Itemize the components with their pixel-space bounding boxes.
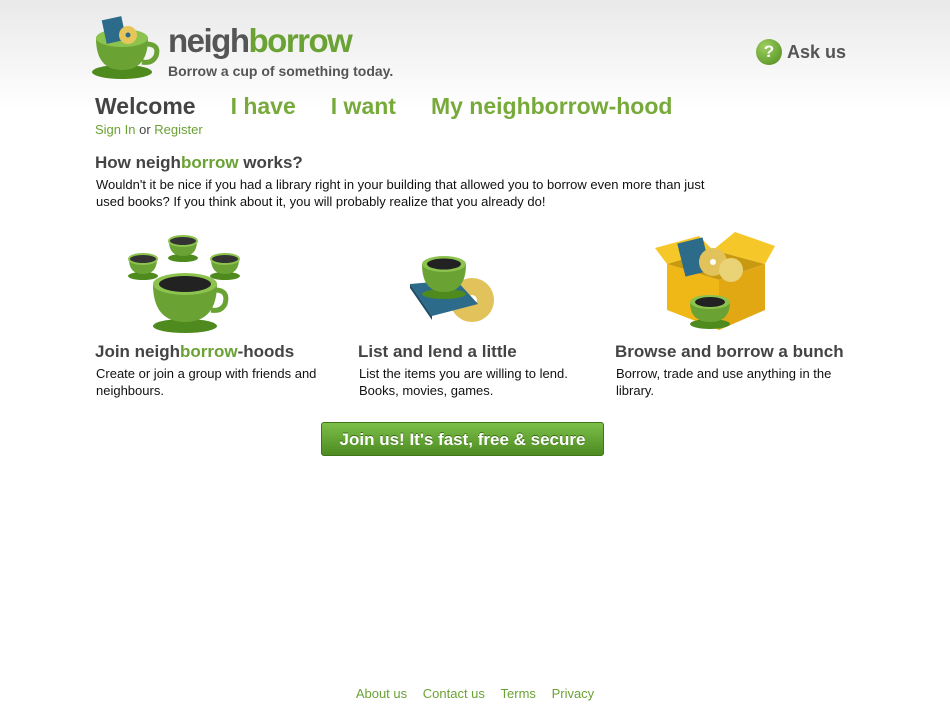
footer-contact-link[interactable]: Contact us	[423, 686, 485, 701]
ask-us-link[interactable]: ? Ask us	[756, 38, 846, 66]
nav-my-hood[interactable]: My neighborrow-hood	[431, 93, 672, 120]
feature-join-title-part1: Join neigh	[95, 342, 180, 361]
help-question-icon: ?	[756, 39, 782, 65]
ask-us-label: Ask us	[787, 41, 847, 62]
footer-about-link[interactable]: About us	[356, 686, 407, 701]
feature-join-title: Join neighborrow-hoods	[95, 342, 294, 362]
register-link[interactable]: Register	[154, 122, 202, 137]
box-of-items-icon	[655, 232, 775, 330]
tagline: Borrow a cup of something today.	[168, 63, 394, 79]
auth-or-text: or	[139, 122, 151, 137]
feature-list: List and lend a little List the items yo…	[358, 226, 608, 398]
footer-privacy-link[interactable]: Privacy	[552, 686, 595, 701]
feature-join-title-part2: borrow	[180, 342, 238, 361]
how-title-part3: works?	[238, 153, 303, 172]
feature-browse-desc: Borrow, trade and use anything in the li…	[616, 366, 832, 398]
logo-wordmark: neighborrow	[168, 22, 353, 59]
footer-terms-link[interactable]: Terms	[501, 686, 536, 701]
how-title-part1: How neigh	[95, 153, 181, 172]
feature-browse: Browse and borrow a bunch Borrow, trade …	[615, 226, 865, 398]
feature-join: Join neighborrow-hoods Create or join a …	[95, 226, 345, 398]
feature-list-desc: List the items you are willing to lend. …	[359, 366, 568, 398]
feature-join-desc: Create or join a group with friends and …	[96, 366, 317, 398]
logo-word-part1: neigh	[168, 22, 250, 59]
auth-links: Sign In or Register	[95, 122, 203, 137]
cup-books-discs-icon	[410, 256, 494, 322]
logo[interactable]: neighborrow Borrow a cup of something to…	[90, 14, 400, 84]
nav-i-want[interactable]: I want	[331, 93, 396, 120]
how-it-works-heading: How neighborrow works?	[95, 153, 303, 173]
footer: About us Contact us Terms Privacy	[0, 686, 950, 701]
feature-join-title-part3: -hoods	[237, 342, 295, 361]
feature-list-title: List and lend a little	[358, 342, 517, 361]
sign-in-link[interactable]: Sign In	[95, 122, 135, 137]
cups-group-icon	[128, 235, 240, 333]
nav-welcome[interactable]: Welcome	[95, 93, 196, 120]
nav-i-have[interactable]: I have	[231, 93, 296, 120]
logo-word-part2: borrow	[248, 22, 353, 59]
cup-logo-icon	[92, 16, 160, 79]
how-it-works-text: Wouldn't it be nice if you had a library…	[96, 177, 705, 209]
how-title-part2: borrow	[180, 153, 239, 172]
feature-browse-title: Browse and borrow a bunch	[615, 342, 844, 361]
main-nav: Welcome I have I want My neighborrow-hoo…	[95, 93, 707, 120]
join-button[interactable]: Join us! It's fast, free & secure	[321, 422, 604, 456]
